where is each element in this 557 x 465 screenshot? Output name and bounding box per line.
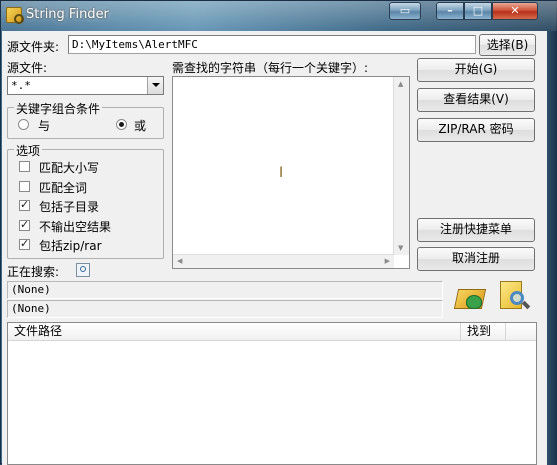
vertical-scrollbar[interactable]: ▲ ▼ (393, 77, 409, 255)
whole-word-label: 匹配全词 (39, 181, 88, 195)
keyword-condition-title: 关键字组合条件 (14, 100, 103, 117)
column-found[interactable]: 找到 (461, 323, 506, 341)
results-table-header: 文件路径 找到 (8, 323, 536, 341)
close-button[interactable]: ✕ (492, 2, 538, 20)
skip-empty-label: 不输出空结果 (39, 220, 112, 234)
radio-and-label: 与 (38, 119, 51, 133)
search-strings-textarea[interactable]: I ▲ ▼ ◀ ▶ (172, 76, 410, 269)
register-menu-button[interactable]: 注册快捷菜单 (417, 218, 535, 242)
view-results-button[interactable]: 查看结果(V) (417, 88, 535, 112)
source-file-combo[interactable]: *.* (7, 76, 164, 95)
scroll-down-icon[interactable]: ▼ (398, 244, 403, 252)
window-frame-right (547, 31, 557, 465)
include-zip-label: 包括zip/rar (39, 239, 102, 253)
magnifier-page-icon (76, 263, 90, 277)
browse-button[interactable]: 选择(B) (479, 34, 536, 56)
results-table[interactable]: 文件路径 找到 (7, 322, 537, 465)
title-bar[interactable]: String Finder ▭ – □ ✕ (1, 1, 557, 31)
include-subdirs-checkbox[interactable] (19, 198, 30, 211)
source-folder-label: 源文件夹: (7, 40, 60, 54)
app-logo-icon (6, 7, 24, 24)
extra-caption-button[interactable]: ▭ (389, 2, 421, 20)
radio-or[interactable] (116, 119, 127, 130)
keyword-condition-group: 关键字组合条件 与 或 (7, 100, 164, 139)
maximize-button[interactable]: □ (464, 2, 492, 20)
column-file-path[interactable]: 文件路径 (8, 323, 461, 341)
options-title: 选项 (14, 142, 43, 159)
zip-password-button[interactable]: ZIP/RAR 密码 (417, 118, 535, 142)
horizontal-scrollbar[interactable]: ◀ ▶ (173, 254, 394, 268)
dialog-client-area: 源文件夹: D:\MyItems\AlertMFC 选择(B) 源文件: *.*… (2, 31, 547, 465)
source-file-value: *.* (11, 79, 31, 92)
radio-and[interactable] (18, 119, 29, 130)
skip-empty-checkbox[interactable] (19, 218, 30, 231)
search-strings-label: 需查找的字符串（每行一个关键字）: (172, 61, 369, 75)
include-subdirs-label: 包括子目录 (39, 200, 100, 214)
match-case-checkbox[interactable] (19, 161, 30, 172)
start-button[interactable]: 开始(G) (417, 58, 535, 82)
unregister-button[interactable]: 取消注册 (417, 247, 535, 271)
whole-word-checkbox[interactable] (19, 181, 30, 192)
scroll-left-icon[interactable]: ◀ (177, 257, 182, 265)
match-case-label: 匹配大小写 (39, 161, 100, 175)
text-cursor-icon: I (279, 165, 284, 181)
chevron-down-icon[interactable] (147, 77, 163, 94)
window-title: String Finder (26, 7, 109, 22)
status-line-2: (None) (7, 300, 443, 318)
app-window: String Finder ▭ – □ ✕ 源文件夹: D:\MyItems\A… (0, 0, 557, 465)
radio-or-label: 或 (134, 119, 147, 133)
options-group: 选项 匹配大小写 匹配全词 包括子目录 不输出空结果 包括zip/rar (7, 142, 164, 259)
source-file-label: 源文件: (7, 61, 48, 75)
folder-heart-icon[interactable] (453, 283, 488, 313)
status-line-1: (None) (7, 281, 443, 299)
minimize-button[interactable]: – (436, 2, 464, 20)
include-zip-checkbox[interactable] (19, 237, 30, 250)
file-search-icon[interactable] (498, 279, 532, 313)
scroll-right-icon[interactable]: ▶ (385, 257, 390, 265)
scroll-up-icon[interactable]: ▲ (398, 80, 403, 88)
searching-label: 正在搜索: (7, 265, 60, 279)
source-folder-input[interactable]: D:\MyItems\AlertMFC (68, 35, 476, 54)
